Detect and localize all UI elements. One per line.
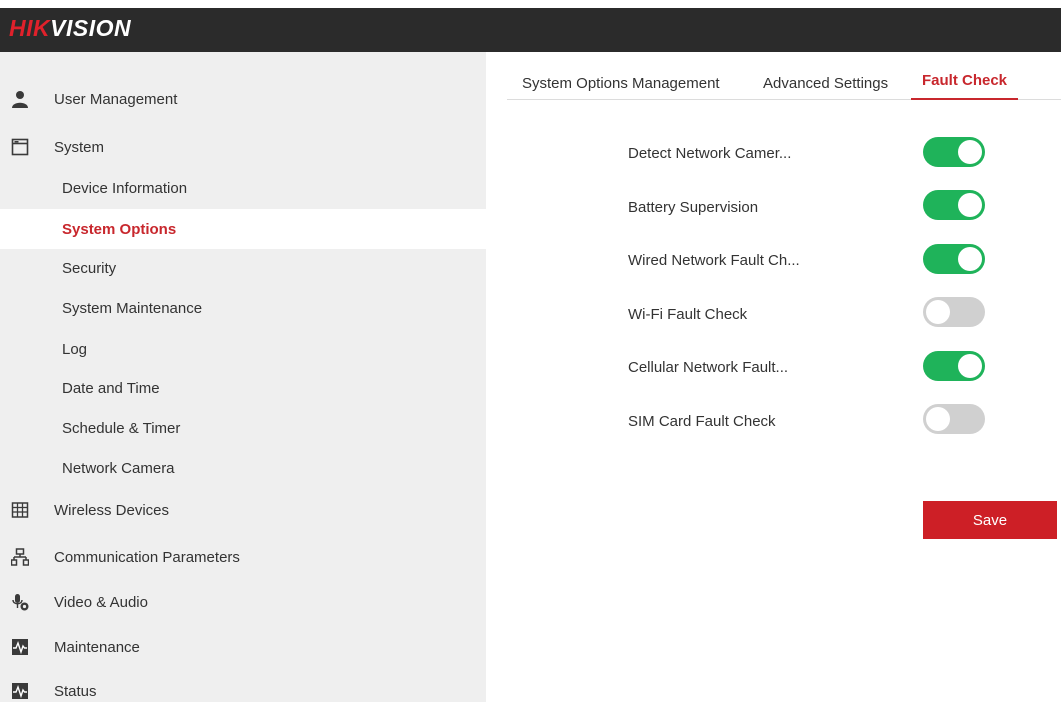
sidebar-item-label: Security: [62, 259, 117, 277]
logo-white-text: VISION: [50, 15, 132, 41]
toggle-knob: [926, 300, 950, 324]
sidebar-item-label: Wireless Devices: [54, 501, 170, 519]
fault-row-label: Battery Supervision: [628, 199, 759, 216]
sidebar-item-system-options[interactable]: System Options: [0, 209, 486, 249]
toggle-knob: [958, 354, 982, 378]
sidebar-item-label: Maintenance: [54, 638, 140, 656]
sidebar-item-label: Status: [54, 682, 97, 700]
window-icon: [11, 138, 29, 156]
tab-bar: System Options Management Advanced Setti…: [507, 60, 1061, 100]
sidebar-item-label: Schedule & Timer: [62, 419, 181, 437]
sidebar-item-video-audio[interactable]: Video & Audio: [0, 582, 486, 622]
fault-row-label: Cellular Network Fault...: [628, 359, 789, 376]
sidebar-item-device-information[interactable]: Device Information: [0, 168, 486, 208]
detect-network-camera-toggle[interactable]: [923, 137, 985, 167]
sidebar-item-maintenance[interactable]: Maintenance: [0, 627, 486, 667]
fault-row-label: Wired Network Fault Ch...: [628, 252, 800, 269]
pulse-icon: [11, 682, 29, 700]
user-icon: [11, 90, 29, 108]
fault-row-label: SIM Card Fault Check: [628, 413, 776, 430]
logo-red-text: HIK: [9, 15, 51, 41]
sidebar-item-label: Video & Audio: [54, 593, 148, 611]
grid-icon: [11, 501, 29, 519]
sidebar-item-schedule-timer[interactable]: Schedule & Timer: [0, 408, 486, 448]
sidebar-item-date-and-time[interactable]: Date and Time: [0, 368, 486, 408]
sidebar-item-label: Date and Time: [62, 379, 160, 397]
sidebar-item-label: Log: [62, 340, 88, 358]
sidebar-item-label: User Management: [54, 90, 178, 108]
toggle-knob: [958, 247, 982, 271]
toggle-knob: [958, 193, 982, 217]
sidebar-item-label: Network Camera: [62, 459, 175, 477]
tab-system-options-management[interactable]: System Options Management: [522, 60, 720, 100]
sidebar-item-wireless-devices[interactable]: Wireless Devices: [0, 490, 486, 530]
pulse-icon: [11, 638, 29, 656]
fault-row-label: Wi-Fi Fault Check: [628, 306, 748, 323]
sidebar-item-label: System: [54, 138, 105, 156]
video-audio-icon: [11, 593, 29, 611]
toggle-knob: [958, 140, 982, 164]
battery-supervision-toggle[interactable]: [923, 190, 985, 220]
top-bar: HIKVISION: [0, 0, 1061, 52]
tab-fault-check[interactable]: Fault Check: [911, 60, 1019, 100]
sidebar-item-system[interactable]: System: [0, 127, 486, 167]
sidebar-item-label: System Options: [62, 220, 177, 238]
sidebar-item-log[interactable]: Log: [0, 329, 486, 369]
sidebar-item-status[interactable]: Status: [0, 671, 486, 702]
sidebar-item-system-maintenance[interactable]: System Maintenance: [0, 288, 486, 328]
toggle-knob: [926, 407, 950, 431]
sidebar-item-security[interactable]: Security: [0, 248, 486, 288]
sidebar-item-label: System Maintenance: [62, 299, 203, 317]
sidebar-item-label: Communication Parameters: [54, 548, 240, 566]
cellular-network-fault-toggle[interactable]: [923, 351, 985, 381]
sidebar: User Management System Device Informatio…: [0, 52, 486, 702]
fault-row-label: Detect Network Camer...: [628, 145, 792, 162]
sidebar-item-communication-parameters[interactable]: Communication Parameters: [0, 537, 486, 577]
sidebar-item-label: Device Information: [62, 179, 188, 197]
tab-advanced-settings[interactable]: Advanced Settings: [763, 60, 888, 100]
hikvision-logo: HIKVISION: [9, 15, 131, 42]
sidebar-item-user-management[interactable]: User Management: [0, 79, 486, 119]
wifi-fault-check-toggle[interactable]: [923, 297, 985, 327]
sidebar-item-network-camera[interactable]: Network Camera: [0, 448, 486, 488]
sim-card-fault-check-toggle[interactable]: [923, 404, 985, 434]
network-icon: [10, 548, 30, 566]
save-button[interactable]: Save: [923, 501, 1057, 539]
wired-network-fault-check-toggle[interactable]: [923, 244, 985, 274]
